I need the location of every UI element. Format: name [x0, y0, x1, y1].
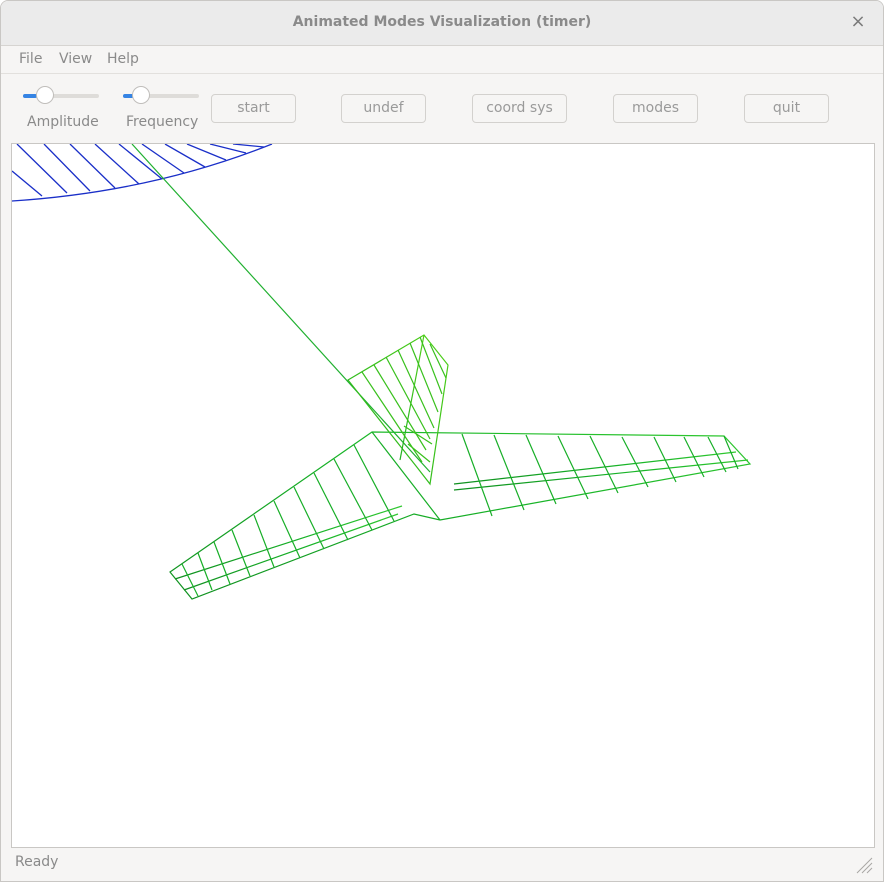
frequency-slider[interactable]	[123, 86, 199, 104]
amplitude-slider-thumb[interactable]	[36, 86, 54, 104]
app-window: Animated Modes Visualization (timer) × F…	[0, 0, 884, 882]
wing-mesh	[169, 431, 752, 600]
frequency-label: Frequency	[126, 114, 199, 130]
menu-file[interactable]: File	[19, 51, 42, 67]
window-title: Animated Modes Visualization (timer)	[292, 14, 592, 30]
status-bar: Ready	[1, 849, 883, 881]
start-button[interactable]: start	[211, 94, 296, 123]
menu-help[interactable]: Help	[107, 51, 139, 67]
coord-sys-button[interactable]: coord sys	[472, 94, 567, 123]
amplitude-slider[interactable]	[23, 86, 99, 104]
amplitude-slider-fill	[23, 94, 37, 98]
diagonal-mesh-line	[131, 144, 431, 473]
undef-button[interactable]: undef	[341, 94, 426, 123]
menu-view[interactable]: View	[59, 51, 92, 67]
modes-button[interactable]: modes	[613, 94, 698, 123]
title-bar[interactable]: Animated Modes Visualization (timer) ×	[1, 1, 883, 46]
quit-button[interactable]: quit	[744, 94, 829, 123]
close-icon[interactable]: ×	[847, 11, 869, 33]
status-text: Ready	[15, 854, 59, 870]
frequency-slider-thumb[interactable]	[132, 86, 150, 104]
blue-mesh	[12, 144, 273, 202]
resize-grip-icon[interactable]	[853, 854, 873, 874]
menu-bar: File View Help	[1, 46, 883, 72]
wireframe-view	[12, 144, 752, 600]
visualization-canvas[interactable]	[11, 143, 875, 848]
amplitude-label: Amplitude	[27, 114, 99, 130]
toolbar: Amplitude Frequency start undef coord sy…	[1, 73, 883, 144]
